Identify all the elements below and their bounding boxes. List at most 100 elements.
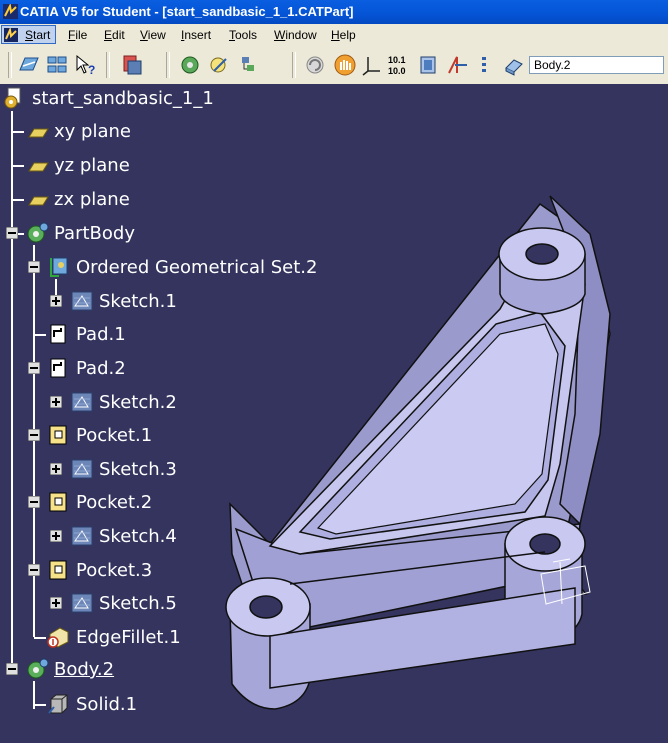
pocket-icon — [49, 492, 67, 512]
expand-plus-icon[interactable] — [50, 396, 62, 408]
whats-this-icon[interactable]: ? — [74, 53, 98, 77]
sketch-icon[interactable] — [208, 53, 232, 77]
menu-file[interactable]: File — [68, 28, 87, 42]
pad-icon — [50, 324, 66, 344]
tree-label: PartBody — [54, 223, 135, 244]
catalog-icon[interactable] — [120, 53, 144, 77]
toolbar-separator — [166, 52, 170, 78]
body-icon[interactable] — [502, 53, 526, 77]
pan-icon[interactable] — [333, 53, 357, 77]
tree-label: zx plane — [54, 189, 130, 210]
collapse-minus-icon[interactable] — [6, 663, 18, 675]
menu-tools[interactable]: Tools — [229, 28, 257, 42]
list-icon[interactable] — [474, 53, 498, 77]
tree-label: Pocket.3 — [76, 560, 153, 581]
sketch-icon — [71, 459, 93, 479]
spec-tree-icon[interactable] — [17, 53, 41, 77]
toolbar-separator — [8, 52, 12, 78]
collapse-minus-icon[interactable] — [28, 362, 40, 374]
tree-label: Sketch.1 — [99, 291, 177, 312]
specification-tree: start_sandbasic_1_1 xy plane yz plane zx… — [0, 84, 400, 743]
menu-insert[interactable]: Insert — [181, 28, 211, 42]
plane-icon — [28, 196, 49, 206]
menu-start-label: Start — [25, 28, 51, 42]
current-body-select[interactable]: Body.2 — [529, 56, 664, 74]
split-icon[interactable] — [445, 53, 469, 77]
expand-plus-icon[interactable] — [50, 463, 62, 475]
tree-line — [12, 165, 24, 167]
collapse-minus-icon[interactable] — [28, 261, 40, 273]
axis-icon[interactable] — [360, 53, 384, 77]
tree-label: Sketch.5 — [99, 593, 177, 614]
part-design-icon[interactable] — [178, 53, 202, 77]
pocket-icon — [49, 560, 67, 580]
tree-label: Sketch.2 — [99, 392, 177, 413]
compass-icon[interactable] — [45, 53, 69, 77]
tree-label: Pocket.1 — [76, 425, 153, 446]
title-bar: CATIA V5 for Student - [start_sandbasic_… — [0, 0, 668, 24]
catia-app-icon — [3, 4, 18, 19]
tree-label: EdgeFillet.1 — [76, 627, 181, 648]
svg-text:?: ? — [88, 63, 95, 77]
menu-window[interactable]: Window — [274, 28, 317, 42]
tree-label: Pad.1 — [76, 324, 126, 345]
svg-text:10.0: 10.0 — [388, 66, 406, 76]
catia-logo-icon — [4, 28, 18, 42]
sketch-icon — [71, 593, 93, 613]
tree-label: Sketch.3 — [99, 459, 177, 480]
svg-text:10.1: 10.1 — [388, 55, 406, 65]
menu-view[interactable]: View — [140, 28, 166, 42]
rotate-icon[interactable] — [303, 53, 327, 77]
window-title: CATIA V5 for Student - [start_sandbasic_… — [20, 4, 354, 19]
tree-label: Pocket.2 — [76, 492, 153, 513]
expand-plus-icon[interactable] — [50, 295, 62, 307]
collapse-minus-icon[interactable] — [28, 564, 40, 576]
tree-line — [34, 704, 46, 706]
pad-icon — [50, 358, 66, 378]
sketch-icon — [71, 392, 93, 412]
sketch-icon — [71, 526, 93, 546]
body-gear-icon — [27, 658, 49, 679]
tree-line — [34, 637, 46, 639]
tree-label: Sketch.4 — [99, 526, 177, 547]
tree-label: Ordered Geometrical Set.2 — [76, 257, 318, 278]
menu-bar: Start File Edit View Insert Tools Window… — [0, 24, 668, 46]
boss-top — [498, 227, 586, 315]
tree-label: xy plane — [54, 121, 131, 142]
menu-edit[interactable]: Edit — [104, 28, 125, 42]
plane-icon — [28, 162, 49, 172]
expand-plus-icon[interactable] — [50, 597, 62, 609]
tree-line — [18, 233, 24, 235]
collapse-minus-icon[interactable] — [28, 429, 40, 441]
tree-line — [11, 111, 13, 671]
collapse-minus-icon[interactable] — [28, 496, 40, 508]
tree-label: start_sandbasic_1_1 — [32, 88, 214, 109]
geometrical-set-icon — [50, 257, 68, 277]
pocket-icon — [49, 425, 67, 445]
plane-icon — [28, 128, 49, 138]
sketch-icon — [71, 291, 93, 311]
edge-fillet-icon — [47, 627, 69, 648]
tree-label: Pad.2 — [76, 358, 126, 379]
tree-line — [12, 199, 24, 201]
3d-viewport[interactable]: start_sandbasic_1_1 xy plane yz plane zx… — [0, 84, 668, 743]
tree-label: Solid.1 — [76, 694, 138, 715]
tree-line — [34, 334, 46, 336]
partbody-gear-icon — [27, 222, 49, 243]
tree-line — [33, 245, 35, 637]
menu-help[interactable]: Help — [331, 28, 356, 42]
solid-icon — [48, 694, 68, 714]
material-icon[interactable] — [238, 53, 262, 77]
toolbar-separator — [106, 52, 110, 78]
toolbar-separator — [292, 52, 296, 78]
view-icon[interactable] — [416, 53, 440, 77]
toolbar: ? 10.1 10.0 Body.2 — [0, 46, 668, 85]
expand-plus-icon[interactable] — [50, 530, 62, 542]
part-document-icon — [4, 87, 21, 109]
menu-start[interactable]: Start — [1, 25, 56, 44]
tree-label: yz plane — [54, 155, 130, 176]
tree-line — [12, 131, 24, 133]
measure-icon[interactable]: 10.1 10.0 — [386, 53, 410, 77]
tree-label: Body.2 — [54, 659, 115, 680]
collapse-minus-icon[interactable] — [6, 227, 18, 239]
